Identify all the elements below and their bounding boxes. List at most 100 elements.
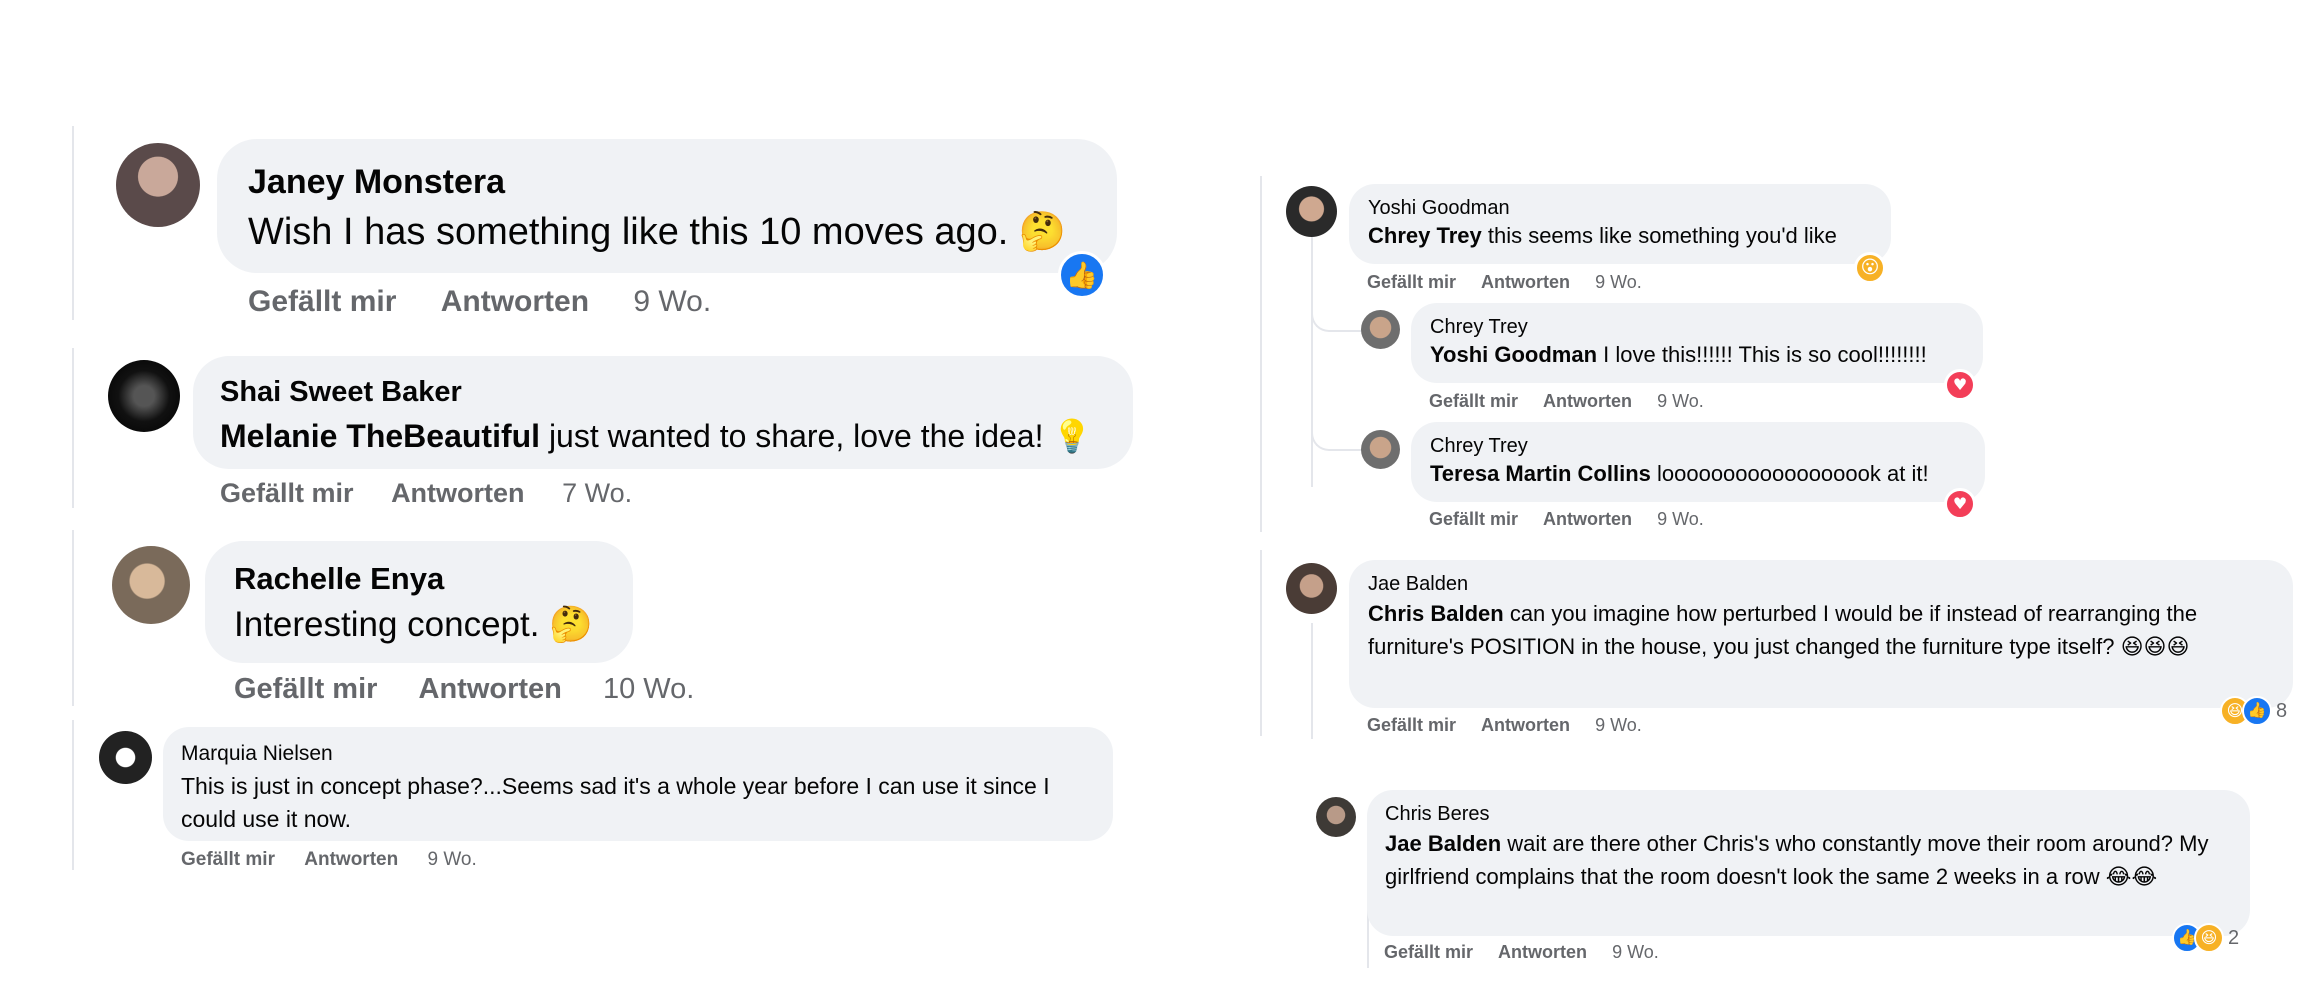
comment-actions: Gefällt mir Antworten 9 Wo. xyxy=(1367,713,1642,737)
thinking-emoji: 🤔 xyxy=(1018,209,1067,253)
comment-text: wait are there other Chris's who constan… xyxy=(1385,831,2209,889)
like-button[interactable]: Gefällt mir xyxy=(234,673,377,705)
left-thread-line xyxy=(72,720,74,870)
comment-bubble: Chris Beres Jae Balden wait are there ot… xyxy=(1367,790,2250,936)
reply-thread-line xyxy=(1311,623,1313,739)
reply-button[interactable]: Antworten xyxy=(441,285,589,318)
like-button[interactable]: Gefällt mir xyxy=(248,285,396,318)
comment-text: I love this!!!!!! This is so cool!!!!!!!… xyxy=(1597,342,1927,367)
reaction-badge[interactable]: 👍 xyxy=(1058,251,1106,299)
comment-time[interactable]: 10 Wo. xyxy=(603,673,694,705)
comment-author[interactable]: Janey Monstera xyxy=(248,161,1086,203)
reaction-badge[interactable]: ♥ xyxy=(1944,488,1976,520)
avatar[interactable] xyxy=(112,546,190,624)
comment-bubble: Jae Balden Chris Balden can you imagine … xyxy=(1349,560,2293,708)
avatar[interactable] xyxy=(99,731,152,784)
reply-button[interactable]: Antworten xyxy=(1481,272,1570,292)
reaction-count: 2 xyxy=(2228,926,2240,949)
avatar[interactable] xyxy=(1361,430,1400,469)
comment-author[interactable]: Jae Balden xyxy=(1368,571,2274,597)
like-button[interactable]: Gefällt mir xyxy=(1429,509,1518,529)
wow-icon: 😮 xyxy=(1854,252,1886,284)
reaction-badge[interactable]: ♥ xyxy=(1944,369,1976,401)
comment-actions: Gefällt mir Antworten 9 Wo. xyxy=(181,848,477,872)
avatar[interactable] xyxy=(1361,310,1400,349)
love-icon: ♥ xyxy=(1944,488,1976,520)
avatar[interactable] xyxy=(1286,186,1337,237)
comment-time[interactable]: 9 Wo. xyxy=(1595,272,1642,292)
comment-text: just wanted to share, love the idea! xyxy=(540,418,1044,454)
comment-author[interactable]: Rachelle Enya xyxy=(234,560,604,598)
laughing-emoji: 😆😆😆 xyxy=(2120,635,2190,660)
comment-bubble: Janey Monstera Wish I has something like… xyxy=(217,139,1117,273)
left-thread-line xyxy=(72,530,74,706)
mention-link[interactable]: Melanie TheBeautiful xyxy=(220,418,540,454)
comment-actions: Gefällt mir Antworten 9 Wo. xyxy=(1429,507,1704,531)
avatar[interactable] xyxy=(116,143,200,227)
comment-actions: Gefällt mir Antworten 9 Wo. xyxy=(1429,389,1704,413)
like-button[interactable]: Gefällt mir xyxy=(1367,272,1456,292)
reply-button[interactable]: Antworten xyxy=(419,673,562,705)
comment-time[interactable]: 9 Wo. xyxy=(427,849,476,870)
comment-actions: Gefällt mir Antworten 9 Wo. xyxy=(1384,940,1659,964)
reply-button[interactable]: Antworten xyxy=(304,849,398,870)
comment-time[interactable]: 9 Wo. xyxy=(633,285,711,318)
love-icon: ♥ xyxy=(1944,369,1976,401)
like-button[interactable]: Gefällt mir xyxy=(1429,391,1518,411)
mention-link[interactable]: Chrey Trey xyxy=(1368,223,1482,248)
lightbulb-emoji: 💡 xyxy=(1052,417,1093,455)
haha-icon: 😆 xyxy=(2194,923,2224,953)
like-button[interactable]: Gefällt mir xyxy=(1384,942,1473,962)
comment-time[interactable]: 9 Wo. xyxy=(1595,715,1642,735)
reply-button[interactable]: Antworten xyxy=(1543,509,1632,529)
avatar[interactable] xyxy=(1316,797,1356,837)
reply-button[interactable]: Antworten xyxy=(1498,942,1587,962)
right-thread-line xyxy=(1260,550,1262,736)
mention-link[interactable]: Jae Balden xyxy=(1385,831,1501,856)
left-thread-line xyxy=(72,126,74,320)
mention-link[interactable]: Chris Balden xyxy=(1368,601,1504,626)
left-thread-line xyxy=(72,348,74,508)
comment-bubble: Marquia Nielsen This is just in concept … xyxy=(163,727,1113,841)
comment-author[interactable]: Shai Sweet Baker xyxy=(220,374,1106,410)
like-button[interactable]: Gefällt mir xyxy=(181,849,275,870)
comment-bubble: Rachelle Enya Interesting concept. 🤔 xyxy=(205,541,633,663)
reaction-badge[interactable]: 👍 😆 2 xyxy=(2172,923,2239,953)
comment-actions: Gefällt mir Antworten 10 Wo. xyxy=(234,671,694,707)
tears-of-joy-emoji: 😂😂 xyxy=(2105,865,2158,890)
comment-text: Interesting concept. xyxy=(234,605,540,644)
comment-time[interactable]: 9 Wo. xyxy=(1657,391,1704,411)
comment-actions: Gefällt mir Antworten 7 Wo. xyxy=(220,476,632,510)
reply-connector xyxy=(1311,305,1363,332)
like-icon: 👍 xyxy=(2242,696,2272,726)
comment-author[interactable]: Marquia Nielsen xyxy=(181,740,1095,768)
comment-time[interactable]: 9 Wo. xyxy=(1612,942,1659,962)
reply-connector xyxy=(1311,424,1363,451)
like-button[interactable]: Gefällt mir xyxy=(1367,715,1456,735)
comment-bubble: Shai Sweet Baker Melanie TheBeautiful ju… xyxy=(193,356,1133,469)
comment-author[interactable]: Chrey Trey xyxy=(1430,314,1964,340)
comment-text: Wish I has something like this 10 moves … xyxy=(248,211,1009,253)
comment-author[interactable]: Chrey Trey xyxy=(1430,433,1966,459)
comment-actions: Gefällt mir Antworten 9 Wo. xyxy=(1367,270,1642,294)
like-icon: 👍 xyxy=(1058,251,1106,299)
mention-link[interactable]: Yoshi Goodman xyxy=(1430,342,1597,367)
right-thread-line xyxy=(1260,176,1262,532)
reply-button[interactable]: Antworten xyxy=(1543,391,1632,411)
comment-time[interactable]: 9 Wo. xyxy=(1657,509,1704,529)
mention-link[interactable]: Teresa Martin Collins xyxy=(1430,461,1651,486)
reaction-badge[interactable]: 😆 👍 8 xyxy=(2220,696,2287,726)
comment-actions: Gefällt mir Antworten 9 Wo. xyxy=(248,284,711,320)
like-button[interactable]: Gefällt mir xyxy=(220,478,354,508)
comment-author[interactable]: Yoshi Goodman xyxy=(1368,195,1872,221)
thinking-emoji: 🤔 xyxy=(549,605,593,645)
reaction-count: 8 xyxy=(2276,699,2288,722)
reaction-badge[interactable]: 😮 xyxy=(1854,252,1886,284)
reply-thread-line xyxy=(1311,233,1313,487)
comment-time[interactable]: 7 Wo. xyxy=(562,478,632,508)
avatar[interactable] xyxy=(108,360,180,432)
reply-button[interactable]: Antworten xyxy=(1481,715,1570,735)
avatar[interactable] xyxy=(1286,563,1337,614)
comment-author[interactable]: Chris Beres xyxy=(1385,801,2232,827)
reply-button[interactable]: Antworten xyxy=(391,478,524,508)
